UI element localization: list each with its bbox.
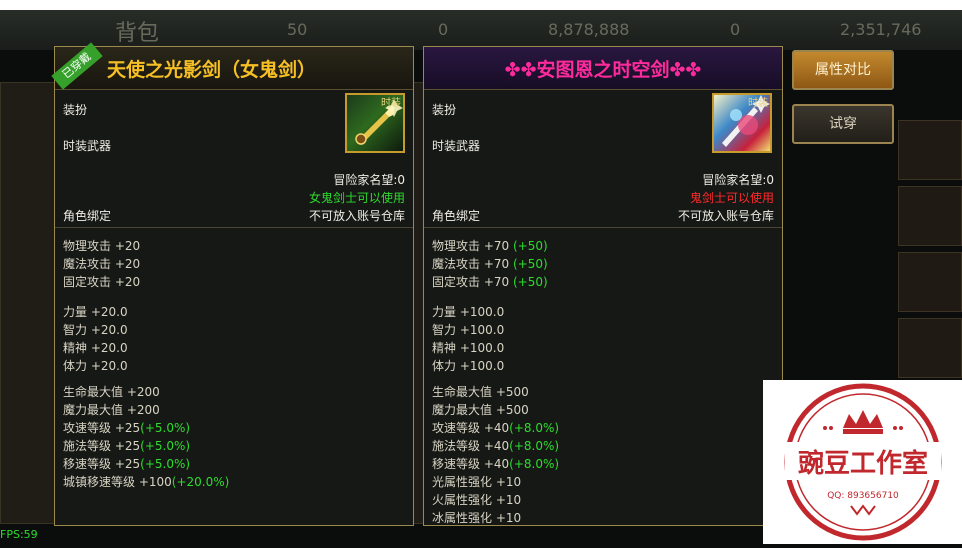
stat-line: 体力 +20.0 [63,359,128,373]
stat-line: 固定攻击 +70 (+50) [432,275,548,289]
sword-icon[interactable]: 时装 [345,93,405,153]
item-category: 装扮 [432,103,457,117]
item-title-bar: 已穿戴 天使之光影剑（女鬼剑） [51,42,413,90]
stat-line: 生命最大值 +500 [432,385,529,399]
stat-line: 体力 +100.0 [432,359,505,373]
top-band [0,0,962,10]
usable-text: 女鬼剑士可以使用 [308,191,405,205]
stat-line: 火属性强化 +10 [432,493,522,507]
currency-2: 0 [438,20,449,39]
storage-text: 不可放入账号仓库 [677,209,774,223]
stat-line: 城镇移速等级 +100(+20.0%) [63,475,230,489]
fame-text: 冒险家名望:0 [702,173,774,187]
stat-line: 精神 +100.0 [432,341,505,355]
studio-logo-icon: 豌豆工作室 QQ: 893656710 [784,383,942,541]
stat-line: 力量 +100.0 [432,305,505,319]
stat-line: 力量 +20.0 [63,305,128,319]
stat-line: 智力 +100.0 [432,323,505,337]
bag-title: 背包 [115,21,160,46]
fame-text: 冒险家名望:0 [333,173,405,187]
try-on-button[interactable]: 试穿 [792,104,894,144]
inventory-slot [898,252,962,312]
item-title-bar: ✤✤安图恩之时空剑✤✤ [424,47,782,90]
stat-line: 攻速等级 +25(+5.0%) [63,421,191,435]
equipped-item-panel: 已穿戴 天使之光影剑（女鬼剑） 装扮 时装武器 时装 冒险家名望:0 女鬼剑士可… [51,42,414,526]
stat-line: 施法等级 +25(+5.0%) [63,439,191,453]
background-hud: 背包 50 0 8,878,888 0 2,351,746 [0,10,962,50]
currency-1: 50 [287,20,308,39]
stat-line: 生命最大值 +200 [63,385,160,399]
stat-line: 移速等级 +40(+8.0%) [432,457,560,471]
binding-text: 角色绑定 [63,209,112,223]
studio-watermark: 豌豆工作室 QQ: 893656710 [763,380,962,544]
item-subcategory: 时装武器 [432,139,481,153]
stat-line: 物理攻击 +20 [63,239,141,253]
compare-attributes-button[interactable]: 属性对比 [792,50,894,90]
stat-line: 固定攻击 +20 [63,275,141,289]
stat-line: 光属性强化 +10 [432,475,522,489]
stat-line: 魔法攻击 +70 (+50) [432,257,548,271]
stat-line: 魔力最大值 +500 [432,403,529,417]
stat-line: 精神 +20.0 [63,341,128,355]
equipped-badge: 已穿戴 [51,42,103,90]
compare-item-panel: ✤✤安图恩之时空剑✤✤ 装扮 时装武器 时装 冒险家名望:0 鬼剑士可以使用 角… [423,46,783,526]
inventory-slot [898,186,962,246]
currency-3: 8,878,888 [548,20,630,39]
item-category: 装扮 [63,103,88,117]
inventory-slot [898,120,962,180]
currency-5: 2,351,746 [840,20,922,39]
sword-icon[interactable]: 时装 [712,93,772,153]
stat-line: 移速等级 +25(+5.0%) [63,457,191,471]
binding-text: 角色绑定 [432,209,481,223]
stat-line: 冰属性强化 +10 [432,511,522,525]
usable-text: 鬼剑士可以使用 [689,191,774,205]
stat-line: 攻速等级 +40(+8.0%) [432,421,560,435]
item-name: 天使之光影剑（女鬼剑） [107,59,317,81]
fps-counter: FPS:59 [0,528,38,541]
stat-line: 魔法攻击 +20 [63,257,141,271]
stat-line: 施法等级 +40(+8.0%) [432,439,560,453]
item-subcategory: 时装武器 [63,139,112,153]
inventory-slot [898,318,962,378]
divider [55,227,413,228]
stat-line: 智力 +20.0 [63,323,128,337]
fashion-badge: 时装 [748,98,768,109]
fashion-badge: 时装 [381,98,401,109]
svg-text:豌豆工作室: 豌豆工作室 [798,448,928,479]
divider [424,227,782,228]
stat-line: 物理攻击 +70 (+50) [432,239,548,253]
currency-4: 0 [730,20,741,39]
storage-text: 不可放入账号仓库 [308,209,405,223]
item-name: ✤✤安图恩之时空剑✤✤ [504,59,702,81]
svg-text:QQ: 893656710: QQ: 893656710 [827,491,899,501]
stat-line: 魔力最大值 +200 [63,403,160,417]
